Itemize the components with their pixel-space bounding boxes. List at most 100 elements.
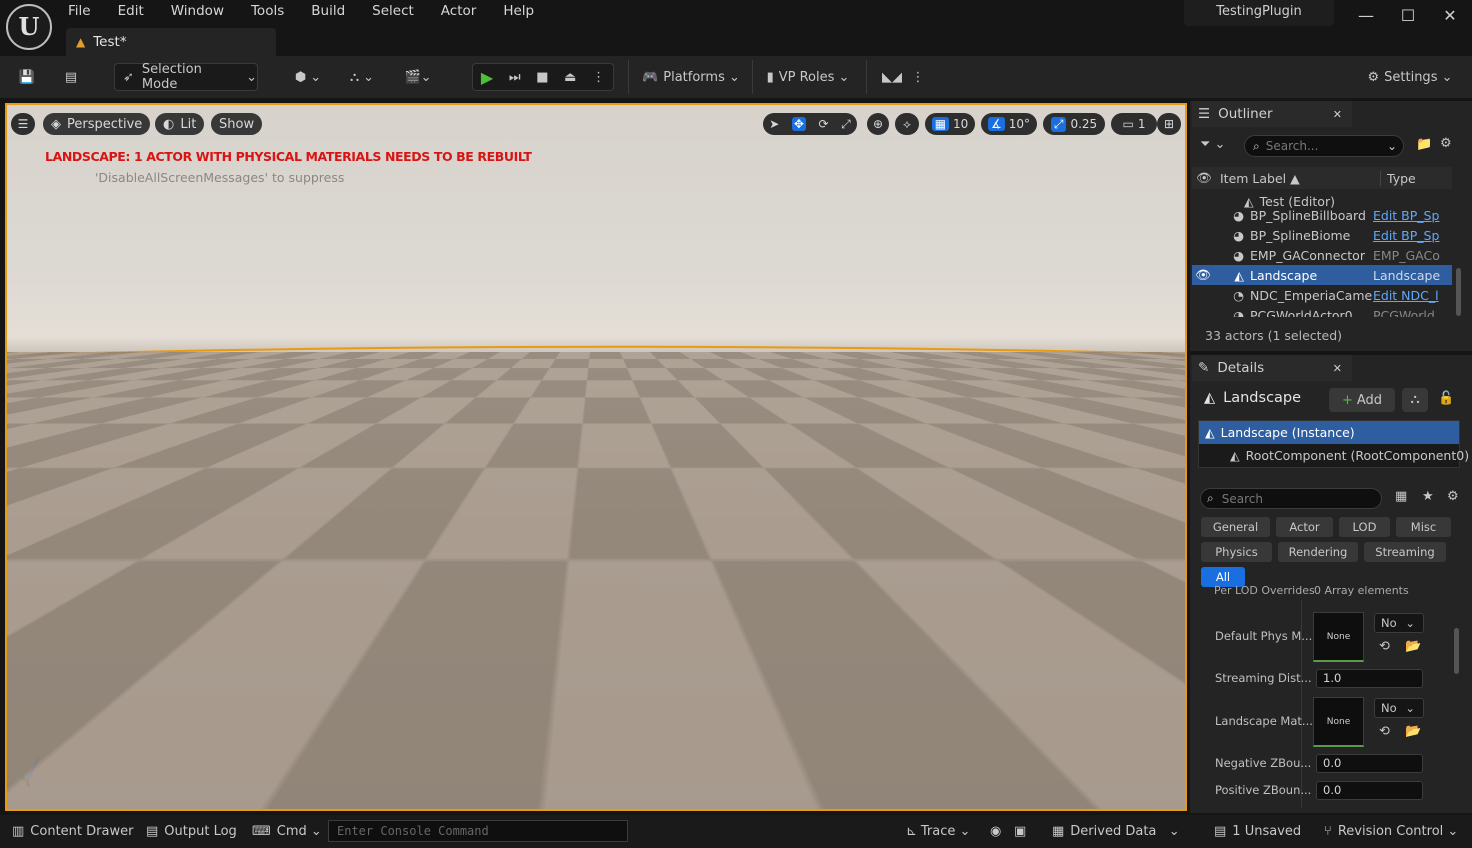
details-tab[interactable]: ✎ Details ✕	[1192, 355, 1352, 381]
add-folder-icon[interactable]: 📁	[1416, 137, 1432, 152]
phys-material-thumbnail[interactable]: None	[1313, 612, 1364, 662]
close-outliner-icon[interactable]: ✕	[1333, 108, 1342, 121]
revision-control-button[interactable]: ⑂ Revision Control ⌄	[1324, 815, 1458, 848]
lit-button[interactable]: ◐ Lit	[155, 113, 205, 135]
details-settings-icon[interactable]: ⚙	[1447, 489, 1459, 504]
menu-build[interactable]: Build	[311, 3, 345, 19]
rotate-icon[interactable]: ⟳	[818, 117, 828, 131]
level-viewport[interactable]: ☰ ◈ Perspective ◐ Lit Show ➤ ✥ ⟳ ⤢ ⊕ ⟡ ▦ 10…	[5, 103, 1187, 811]
outliner-scrollbar[interactable]	[1456, 268, 1461, 316]
scale-snap-button[interactable]: ⤢ 0.25	[1043, 113, 1105, 135]
category-lod[interactable]: LOD	[1339, 517, 1390, 537]
camera-speed-button[interactable]: ▭ 1	[1111, 113, 1157, 135]
plugin-icon[interactable]: ◣◢	[878, 63, 906, 91]
screenshot-icon[interactable]: ▣	[1014, 815, 1026, 848]
reset-icon[interactable]: ⟲	[1379, 639, 1390, 654]
close-icon[interactable]: ✕	[1440, 6, 1460, 26]
record-icon[interactable]: ◉	[990, 815, 1001, 848]
landscape-material-thumbnail[interactable]: None	[1313, 697, 1364, 747]
category-general[interactable]: General	[1201, 517, 1270, 537]
select-arrow-icon[interactable]: ➤	[769, 117, 779, 131]
add-actor-icon[interactable]: ⬢ ⌄	[288, 63, 328, 91]
content-drawer-button[interactable]: ▥ Content Drawer	[12, 815, 133, 848]
visibility-icon[interactable]: 👁	[1196, 170, 1220, 186]
eject-icon[interactable]: ⏏	[564, 70, 576, 85]
type-column[interactable]: Type	[1380, 170, 1416, 186]
list-item[interactable]: ◕ BP_SplineBillboard Edit BP_Sp	[1192, 205, 1452, 225]
menu-edit[interactable]: Edit	[118, 3, 144, 19]
settings-button[interactable]: ⚙ Settings ⌄	[1364, 63, 1456, 91]
list-item-selected[interactable]: 👁 ◭ Landscape Landscape	[1192, 265, 1452, 285]
show-button[interactable]: Show	[211, 113, 263, 135]
details-search-input[interactable]: ⌕ Search	[1200, 488, 1382, 509]
surface-snap-icon[interactable]: ⟡	[895, 113, 919, 135]
category-rendering[interactable]: Rendering	[1278, 542, 1358, 562]
outliner-settings-icon[interactable]: ⚙	[1440, 136, 1452, 151]
console-command-input[interactable]: Enter Console Command	[328, 820, 628, 842]
item-label-column[interactable]: Item Label ▲	[1220, 171, 1380, 186]
unsaved-button[interactable]: ▤ 1 Unsaved	[1214, 815, 1301, 848]
category-streaming[interactable]: Streaming	[1364, 542, 1446, 562]
more-options-icon[interactable]: ⋮	[908, 63, 928, 91]
list-item-type[interactable]: Edit BP_Sp	[1373, 228, 1439, 243]
trace-button[interactable]: ⊾ Trace ⌄	[906, 815, 970, 848]
scale-icon[interactable]: ⤢	[841, 117, 851, 132]
category-misc[interactable]: Misc	[1396, 517, 1451, 537]
rotation-snap-button[interactable]: ∡ 10°	[981, 113, 1037, 135]
menu-tools[interactable]: Tools	[251, 3, 284, 19]
streaming-distance-field[interactable]: 1.0	[1316, 669, 1423, 688]
details-scrollbar[interactable]	[1454, 628, 1459, 674]
filter-icon[interactable]: ⏷ ⌄	[1200, 137, 1225, 152]
cinematics-icon[interactable]: 🎬⌄	[398, 63, 438, 91]
outliner-search-input[interactable]: ⌕ Search... ⌄	[1244, 135, 1404, 157]
grid-snap-button[interactable]: ▦ 10	[925, 113, 975, 135]
component-instance[interactable]: ◭ Landscape (Instance)	[1199, 421, 1459, 444]
list-item[interactable]: ◕ EMP_GAConnector EMP_GACo	[1192, 245, 1452, 265]
lock-icon[interactable]: 🔓	[1438, 391, 1454, 406]
menu-actor[interactable]: Actor	[441, 3, 477, 19]
blueprint-convert-icon[interactable]: ⛬	[1402, 388, 1428, 412]
vp-roles-button[interactable]: ▮ VP Roles ⌄	[762, 63, 854, 91]
list-item-type[interactable]: Edit NDC_l	[1373, 288, 1439, 303]
world-local-icon[interactable]: ⊕	[867, 113, 889, 135]
landscape-material-dropdown[interactable]: No ⌄	[1374, 698, 1424, 718]
output-log-button[interactable]: ▤ Output Log	[146, 815, 237, 848]
unreal-logo-icon[interactable]: U	[6, 4, 52, 50]
list-item[interactable]: ◔ NDC_EmperiaCame Edit NDC_l	[1192, 285, 1452, 305]
selection-mode-button[interactable]: ➶ Selection Mode ⌄	[114, 62, 258, 92]
list-item[interactable]: ◕ BP_SplineBiome Edit BP_Sp	[1192, 225, 1452, 245]
minimize-icon[interactable]: —	[1356, 6, 1376, 26]
root-component[interactable]: ◭ RootComponent (RootComponent0)	[1230, 448, 1469, 463]
menu-help[interactable]: Help	[503, 3, 534, 19]
layout-icon[interactable]: ⊞	[1157, 113, 1181, 135]
menu-file[interactable]: File	[68, 3, 91, 19]
perspective-button[interactable]: ◈ Perspective	[43, 113, 151, 135]
add-component-button[interactable]: + Add	[1329, 388, 1395, 412]
level-tab[interactable]: ▲ Test*	[66, 28, 276, 56]
category-physics[interactable]: Physics	[1201, 542, 1272, 562]
stop-icon[interactable]: ■	[536, 70, 548, 85]
viewport-menu-icon[interactable]: ☰	[11, 113, 35, 135]
step-icon[interactable]: ⏭	[509, 70, 521, 85]
positive-zbounds-field[interactable]: 0.0	[1316, 781, 1423, 800]
save-icon[interactable]: 💾	[14, 63, 40, 91]
category-actor[interactable]: Actor	[1276, 517, 1333, 537]
cmd-button[interactable]: ⌨ Cmd ⌄	[252, 815, 322, 848]
reset-icon[interactable]: ⟲	[1379, 724, 1390, 739]
table-view-icon[interactable]: ▦	[1395, 489, 1407, 504]
phys-material-dropdown[interactable]: No ⌄	[1374, 613, 1424, 633]
browse-icon[interactable]: ▤	[58, 63, 84, 91]
visibility-icon[interactable]: 👁	[1192, 267, 1214, 283]
category-all[interactable]: All	[1201, 567, 1245, 587]
close-details-icon[interactable]: ✕	[1333, 362, 1342, 375]
play-icon[interactable]: ▶	[481, 68, 493, 87]
more-icon[interactable]: ⋮	[592, 70, 605, 85]
blueprint-icon[interactable]: ⛬ ⌄	[342, 63, 382, 91]
browse-asset-icon[interactable]: 📂	[1405, 639, 1421, 654]
derived-data-button[interactable]: ▦ Derived Data ⌄	[1052, 815, 1180, 848]
list-item[interactable]: ◕ PCGWorldActor0 PCGWorld	[1192, 305, 1452, 318]
platforms-button[interactable]: 🎮 Platforms ⌄	[642, 63, 740, 91]
browse-asset-icon[interactable]: 📂	[1405, 724, 1421, 739]
outliner-tab[interactable]: ☰ Outliner ✕	[1192, 101, 1352, 127]
menu-window[interactable]: Window	[171, 3, 224, 19]
